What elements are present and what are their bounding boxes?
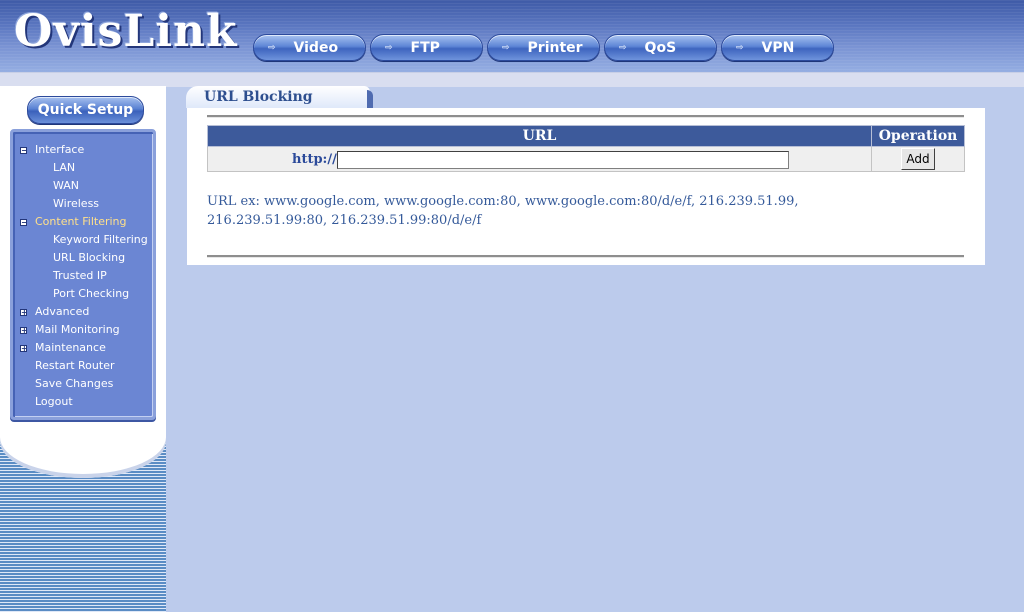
sidebar: Quick Setup − Interface LAN WAN Wireless… [0,86,166,612]
quick-setup-button[interactable]: Quick Setup [27,96,144,124]
header-bar: OvisLink ⇨ Video ⇨ FTP ⇨ Printer ⇨ QoS ⇨ VPN [0,0,1024,72]
url-cell: http:// [206,146,873,172]
nav-video-button[interactable]: ⇨ Video [253,34,366,61]
sidebar-item-maintenance[interactable]: Maintenance [35,341,106,354]
sidebar-item-interface[interactable]: Interface [35,143,84,156]
sidebar-item-wan[interactable]: WAN [53,179,79,192]
arrow-icon: ⇨ [502,42,510,53]
sidebar-item-port-checking[interactable]: Port Checking [53,287,129,300]
column-header-url: URL [206,125,873,147]
url-table: URL Operation http:// Add [206,125,965,172]
nav-qos-button[interactable]: ⇨ QoS [604,34,717,61]
divider [207,255,964,258]
sidebar-item-keyword-filtering[interactable]: Keyword Filtering [53,233,148,246]
url-blocking-panel: URL Operation http:// Add URL ex: www.go… [187,108,985,265]
collapse-icon[interactable]: − [20,147,28,155]
url-input[interactable] [336,150,789,169]
nav-printer-button[interactable]: ⇨ Printer [487,34,600,61]
arrow-icon: ⇨ [385,42,393,53]
expand-icon[interactable]: + [20,327,28,335]
sidebar-item-trusted-ip[interactable]: Trusted IP [53,269,107,282]
arrow-icon: ⇨ [736,42,744,53]
sidebar-item-save-changes[interactable]: Save Changes [35,377,113,390]
sidebar-item-mail-monitoring[interactable]: Mail Monitoring [35,323,120,336]
sidebar-menu: − Interface LAN WAN Wireless − Content F… [10,129,156,420]
nav-ftp-button[interactable]: ⇨ FTP [370,34,483,61]
expand-icon[interactable]: + [20,309,28,317]
top-nav: ⇨ Video ⇨ FTP ⇨ Printer ⇨ QoS ⇨ VPN [253,34,834,61]
add-button[interactable]: Add [901,148,936,170]
nav-vpn-button[interactable]: ⇨ VPN [721,34,834,61]
divider [207,115,964,118]
sidebar-item-url-blocking[interactable]: URL Blocking [53,251,125,264]
sidebar-item-lan[interactable]: LAN [53,161,75,174]
table-row: http:// Add [206,146,965,172]
sidebar-item-restart-router[interactable]: Restart Router [35,359,115,372]
sidebar-item-advanced[interactable]: Advanced [35,305,89,318]
column-header-operation: Operation [871,125,965,147]
collapse-icon[interactable]: − [20,219,28,227]
expand-icon[interactable]: + [20,345,28,353]
arrow-icon: ⇨ [619,42,627,53]
http-prefix: http:// [292,152,337,168]
header-divider [0,72,1024,87]
sidebar-item-content-filtering[interactable]: Content Filtering [35,215,127,228]
arrow-icon: ⇨ [268,42,276,53]
url-example-text: URL ex: www.google.com, www.google.com:8… [207,194,799,228]
table-header-row: URL Operation [206,125,965,147]
sidebar-item-logout[interactable]: Logout [35,395,73,408]
page-title-tab: URL Blocking Setting [186,86,373,127]
operation-cell: Add [871,146,965,172]
ovislink-logo: OvisLink [14,6,238,57]
sidebar-item-wireless[interactable]: Wireless [53,197,99,210]
